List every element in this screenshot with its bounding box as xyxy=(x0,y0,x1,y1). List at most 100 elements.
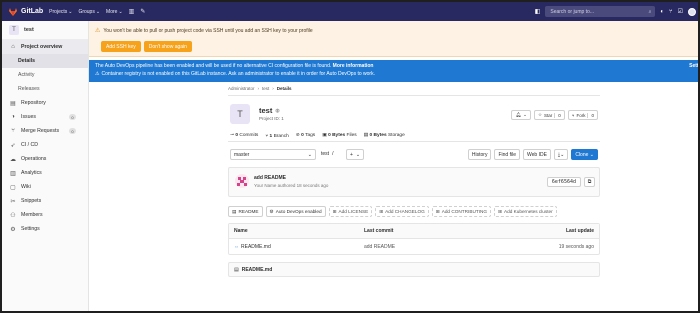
gitlab-fox-icon xyxy=(9,7,17,16)
tag-icon: ⊘ xyxy=(295,133,300,138)
plus-icon: ⊞ xyxy=(332,208,337,214)
sidebar-project-header[interactable]: T test xyxy=(2,21,88,40)
branch-label: Branch xyxy=(273,133,289,139)
chevron-down-icon: ⌄ xyxy=(95,8,101,15)
add-contributing-shortcut[interactable]: ⊞ Add CONTRIBUTING xyxy=(431,206,492,217)
sidebar-item-issues[interactable]: ◑ Issues 0 xyxy=(2,110,88,124)
download-button[interactable]: ⤓ ⌄ xyxy=(553,149,569,160)
notification-button[interactable]: 🔔︎ ⌄ xyxy=(511,110,531,120)
files-label: Files xyxy=(346,133,357,138)
more-information-link[interactable]: More information xyxy=(333,63,374,69)
sidebar-item-label: Snippets xyxy=(21,198,42,204)
column-last-update: Last update xyxy=(565,228,594,234)
copy-sha-button[interactable]: ⧉ xyxy=(584,177,595,187)
chevron-down-icon: ⌄ xyxy=(118,8,123,15)
search-input[interactable]: Search or jump to... ⌕ xyxy=(545,6,656,17)
sidebar-sub-details[interactable]: Details xyxy=(2,54,88,68)
file-last-commit[interactable]: add README xyxy=(364,244,524,250)
storage-stat[interactable]: ▤ 0 Bytes Storage xyxy=(364,133,405,138)
fork-label: Fork xyxy=(576,112,586,118)
sidebar-item-snippets[interactable]: ✂ Snippets xyxy=(2,194,88,208)
sidebar-item-merge-requests[interactable]: ⑂ Merge Requests 0 xyxy=(2,124,88,138)
storage-icon: ▤ xyxy=(363,133,369,138)
more-menu[interactable]: More ⌄ xyxy=(106,9,123,15)
table-row[interactable]: ⇔ README.md add README 19 seconds ago xyxy=(229,239,599,254)
branch-stat[interactable]: ⑂ 1 Branch xyxy=(265,133,288,139)
tags-stat[interactable]: ⊘ 0 Tags xyxy=(296,133,315,138)
add-kubernetes-shortcut[interactable]: ⊞ Add Kubernetes cluster xyxy=(494,206,557,217)
commit-title[interactable]: add README xyxy=(254,175,286,181)
breadcrumb-project[interactable]: test xyxy=(262,86,269,91)
sidebar-item-analytics[interactable]: ▥ Analytics xyxy=(2,166,88,180)
admin-chart-icon[interactable]: ▥ xyxy=(129,8,135,15)
breadcrumb-administrator[interactable]: Administrator xyxy=(228,86,255,91)
plus-square-icon[interactable]: ◧ xyxy=(535,8,541,15)
warning-icon: ⚠ xyxy=(95,71,100,77)
files-stat[interactable]: ▣ 0 Bytes Files xyxy=(322,133,356,138)
history-button[interactable]: History xyxy=(467,149,492,160)
column-last-commit: Last commit xyxy=(364,228,394,234)
commits-label: Commits xyxy=(239,133,259,138)
sidebar-item-operations[interactable]: ☁ Operations xyxy=(2,152,88,166)
user-avatar[interactable] xyxy=(688,7,696,16)
todos-icon[interactable]: ☑ xyxy=(678,8,683,15)
issues-nav-icon[interactable]: ◐ xyxy=(660,9,664,15)
branch-icon: ⑂ xyxy=(265,133,269,139)
add-ssh-key-button[interactable]: Add SSH key xyxy=(101,41,141,52)
find-file-button[interactable]: Find file xyxy=(494,149,520,160)
projects-menu[interactable]: Projects ⌄ xyxy=(49,9,72,15)
fork-button[interactable]: ⑂ Fork 0 xyxy=(567,110,598,120)
auto-devops-text: The Auto DevOps pipeline has been enable… xyxy=(95,63,332,69)
ssh-warning-actions: Add SSH key Don't show again xyxy=(101,41,192,52)
auto-devops-shortcut[interactable]: ⚙ Auto DevOps enabled xyxy=(265,206,326,217)
chevron-down-icon: ⌄ xyxy=(68,8,73,15)
sidebar-item-label: Issues xyxy=(21,114,36,120)
commits-count: 0 xyxy=(235,133,239,138)
shortcut-label: Auto DevOps enabled xyxy=(275,209,322,214)
gear-icon: ⚙ xyxy=(269,208,274,214)
sidebar-sub-activity[interactable]: Activity xyxy=(2,68,88,82)
sidebar-item-members[interactable]: ⚇ Members xyxy=(2,208,88,222)
commit-sha[interactable]: 6ef6564d xyxy=(546,177,581,187)
star-button[interactable]: ☆ Star 0 xyxy=(533,110,565,120)
dont-show-again-button[interactable]: Don't show again xyxy=(143,41,192,52)
add-license-shortcut[interactable]: ⊞ Add LICENSE xyxy=(328,206,373,217)
sidebar-item-settings[interactable]: ⚙ Settings xyxy=(2,222,88,236)
add-file-dropdown[interactable]: + ⌄ xyxy=(346,149,365,160)
readme-title: README.md xyxy=(241,266,273,273)
cloud-icon: ☁ xyxy=(10,156,16,163)
file-name-cell[interactable]: ⇔ README.md xyxy=(234,244,364,250)
path-root[interactable]: test xyxy=(321,151,329,157)
ssh-warning-message: ⚠ You won't be able to pull or push proj… xyxy=(95,27,313,35)
settings-link[interactable]: Setti xyxy=(689,63,698,69)
chevron-down-icon: ⌄ xyxy=(560,151,565,158)
sidebar-item-wiki[interactable]: ▢ Wiki xyxy=(2,180,88,194)
breadcrumb-current[interactable]: Details xyxy=(277,86,292,91)
sidebar-item-project-overview[interactable]: ⌂ Project overview xyxy=(2,40,88,54)
commit-author-avatar[interactable] xyxy=(235,174,249,188)
branch-name: master xyxy=(234,151,250,158)
sidebar-sub-releases[interactable]: Releases xyxy=(2,82,88,96)
web-ide-button[interactable]: Web IDE xyxy=(522,149,551,160)
sidebar-item-repository[interactable]: ▤ Repository xyxy=(2,96,88,110)
sidebar-item-ci-cd[interactable]: ➶ CI / CD xyxy=(2,138,88,152)
branch-selector[interactable]: master ⌄ xyxy=(230,149,316,160)
readme-shortcut[interactable]: ▤ README xyxy=(228,206,263,217)
chevron-down-icon: ⌄ xyxy=(589,151,594,158)
star-count: 0 xyxy=(554,112,561,118)
clone-button[interactable]: Clone ⌄ xyxy=(571,149,598,160)
file-icon: ▣ xyxy=(322,133,327,138)
add-changelog-shortcut[interactable]: ⊞ Add CHANGELOG xyxy=(375,206,429,217)
sidebar-project-name: test xyxy=(24,27,34,33)
groups-menu[interactable]: Groups ⌄ xyxy=(78,9,100,15)
merge-requests-nav-icon[interactable]: ⑂ xyxy=(669,9,673,15)
bell-icon: 🔔︎ xyxy=(515,112,522,117)
project-avatar: T xyxy=(9,25,19,35)
star-icon: ☆ xyxy=(537,112,542,117)
wrench-icon[interactable]: ✎ xyxy=(140,8,145,15)
commits-stat[interactable]: ⊸ 0 Commits xyxy=(230,133,258,138)
sidebar-item-label: Operations xyxy=(21,156,47,162)
path-breadcrumb: test / xyxy=(321,151,333,157)
more-menu-label: More xyxy=(106,8,118,15)
gitlab-logo[interactable]: GitLab xyxy=(8,7,43,17)
